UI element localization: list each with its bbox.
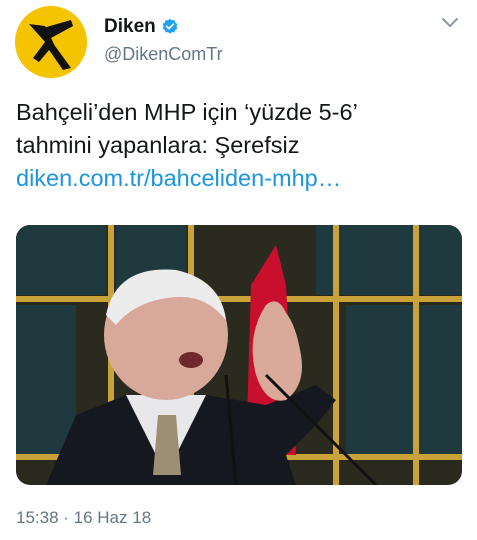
chevron-down-icon[interactable] <box>441 16 459 30</box>
user-handle[interactable]: @DikenComTr <box>104 44 223 65</box>
verified-badge-icon <box>161 18 179 36</box>
diken-logo-icon <box>15 6 87 78</box>
tweet-text: Bahçeli’den MHP için ‘yüzde 5-6’ tahmini… <box>16 96 466 195</box>
display-name[interactable]: Diken <box>104 16 156 38</box>
tweet-link[interactable]: diken.com.tr/bahceliden-mhp… <box>16 162 466 195</box>
avatar[interactable] <box>15 6 87 78</box>
photo-image <box>16 225 462 485</box>
account-info[interactable]: Diken @DikenComTr <box>104 16 223 65</box>
tweet-text-line: Bahçeli’den MHP için ‘yüzde 5-6’ <box>16 99 358 125</box>
tweet-text-line: tahmini yapanlara: Şerefsiz <box>16 132 300 158</box>
tweet-timestamp[interactable]: 15:38 · 16 Haz 18 <box>16 508 151 528</box>
tweet-photo[interactable] <box>16 225 462 485</box>
tweet-header: Diken @DikenComTr <box>15 6 467 80</box>
